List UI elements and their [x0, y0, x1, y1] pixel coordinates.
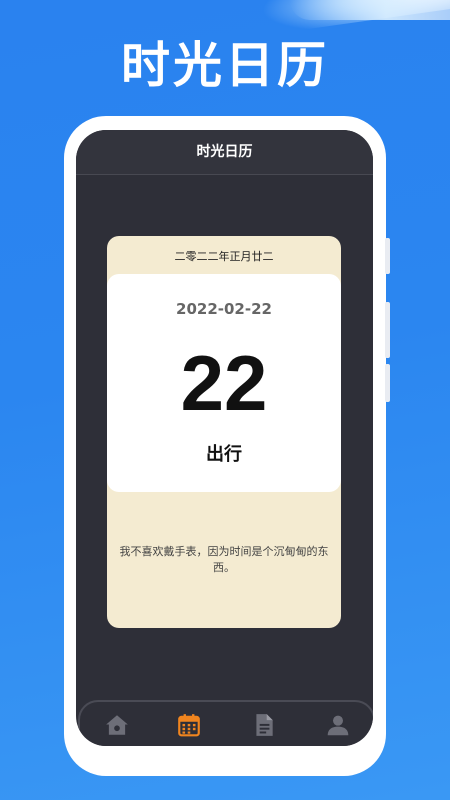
calendar-card: 二零二二年正月廿二 2022-02-22 22 出行 我不喜欢戴手表，因为时间是…: [107, 236, 341, 628]
app-screen: 时光日历 二零二二年正月廿二 2022-02-22 22 出行 我不喜欢戴手表，…: [76, 130, 373, 746]
user-icon: [327, 715, 349, 736]
tab-bar: [78, 700, 373, 746]
phone-volume-down-button: [385, 364, 390, 402]
phone-side-button: [385, 238, 390, 274]
date-text: 2022-02-22: [176, 300, 272, 318]
daily-quote: 我不喜欢戴手表，因为时间是个沉甸甸的东西。: [119, 545, 329, 574]
home-icon: [106, 715, 128, 735]
background-glow-edge: [290, 0, 450, 20]
day-number: 22: [180, 339, 268, 427]
tab-home[interactable]: [104, 712, 130, 738]
phone-volume-up-button: [385, 302, 390, 358]
lunar-date: 二零二二年正月廿二: [174, 250, 274, 263]
app-title: 时光日历: [76, 130, 373, 175]
document-icon: [256, 714, 273, 736]
promo-title: 时光日历: [120, 37, 329, 94]
tab-notes[interactable]: [251, 712, 277, 738]
tab-profile[interactable]: [325, 712, 351, 738]
tab-calendar[interactable]: [176, 712, 202, 738]
calendar-icon: [178, 714, 200, 737]
activity-label: 出行: [206, 444, 242, 465]
date-panel: 2022-02-22 22 出行: [107, 274, 341, 492]
